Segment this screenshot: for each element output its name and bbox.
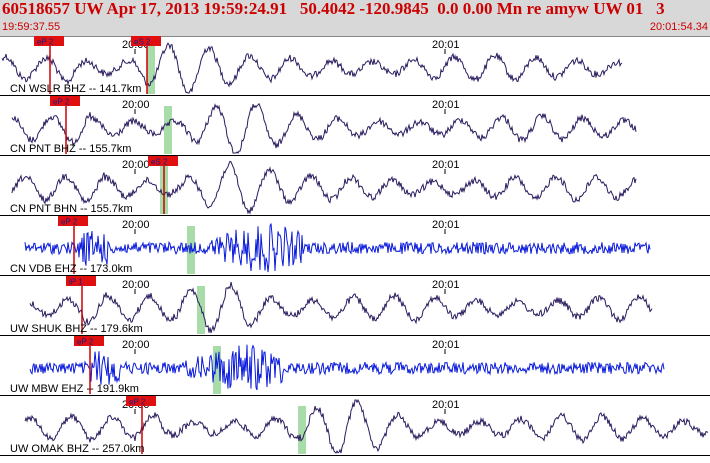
station-label: CN WSLR BHZ -- 141.7km xyxy=(10,83,141,95)
minute-tick-label: 20:01 xyxy=(432,399,460,411)
trace-row[interactable]: 20:00 20:01 iP 1 UW SHUK BHZ -- 179.6km xyxy=(0,276,710,336)
window-marker[interactable] xyxy=(298,406,306,454)
start-time: 19:59:37.55 xyxy=(2,21,61,33)
pick-label: eS 2 xyxy=(151,158,168,167)
pick-label: eP 2 xyxy=(37,38,54,47)
minute-tick-label: 20:00 xyxy=(122,339,150,351)
station-label: UW SHUK BHZ -- 179.6km xyxy=(10,323,143,335)
minute-tick-label: 20:00 xyxy=(122,279,150,291)
station-label: CN PNT BHZ -- 155.7km xyxy=(10,143,131,155)
window-marker[interactable] xyxy=(147,46,155,94)
trace-row[interactable]: 20:0020:01eP 2eS 2CN WSLR BHZ -- 141.7km xyxy=(0,36,710,96)
end-time: 20:01:54.34 xyxy=(649,21,708,33)
station-label: CN VDB EHZ -- 173.0km xyxy=(10,263,132,275)
pick-label: iP 1 xyxy=(69,278,83,287)
station-label: UW OMAK BHZ -- 257.0km xyxy=(10,443,144,455)
station-label: UW MBW EHZ -- 191.9km xyxy=(10,383,139,395)
header-bar: 60518657 UW Apr 17, 2013 19:59:24.91 50.… xyxy=(0,0,710,37)
pick-label: eP 2 xyxy=(129,398,146,407)
station-label: CN PNT BHN -- 155.7km xyxy=(10,203,133,215)
trace-row[interactable]: 20:00 20:01 eP 2 UW MBW EHZ -- 191.9km xyxy=(0,336,710,396)
minute-tick-label: 20:01 xyxy=(432,159,460,171)
event-title: 60518657 UW Apr 17, 2013 19:59:24.91 50.… xyxy=(2,0,665,18)
pick-label: eP 2 xyxy=(53,98,70,107)
trace-row[interactable]: 20:0020:01eP 2UW OMAK BHZ -- 257.0km xyxy=(0,396,710,456)
minute-tick-label: 20:01 xyxy=(432,99,460,111)
minute-tick-label: 20:01 xyxy=(432,219,460,231)
trace-row[interactable]: 20:00 20:01 eP 2 CN PNT BHZ -- 155.7km xyxy=(0,96,710,156)
seismogram-panel: 20:00 20:01 eP 2 eS 2 CN WSLR BHZ -- 141.7km… xyxy=(0,36,710,458)
minute-tick-label: 20:01 xyxy=(432,279,460,291)
minute-tick-label: 20:00 xyxy=(122,219,150,231)
seismogram-canvas: 20:00 20:01 eP 2 eS 2 CN WSLR BHZ -- 141.7km… xyxy=(0,36,710,456)
trace-row[interactable]: 20:00 20:01 eP 2 CN VDB EHZ -- 173.0km xyxy=(0,216,710,276)
minute-tick-label: 20:00 xyxy=(122,159,150,171)
pick-label: eP 2 xyxy=(77,338,94,347)
minute-tick-label: 20:00 xyxy=(122,99,150,111)
pick-label: eS 2 xyxy=(134,38,151,47)
minute-tick-label: 20:01 xyxy=(432,39,460,51)
pick-label: eP 2 xyxy=(61,218,78,227)
minute-tick-label: 20:01 xyxy=(432,339,460,351)
trace-row[interactable]: 20:00 20:01 eS 2 CN PNT BHN -- 155.7km xyxy=(0,156,710,216)
window-marker[interactable] xyxy=(164,106,172,154)
